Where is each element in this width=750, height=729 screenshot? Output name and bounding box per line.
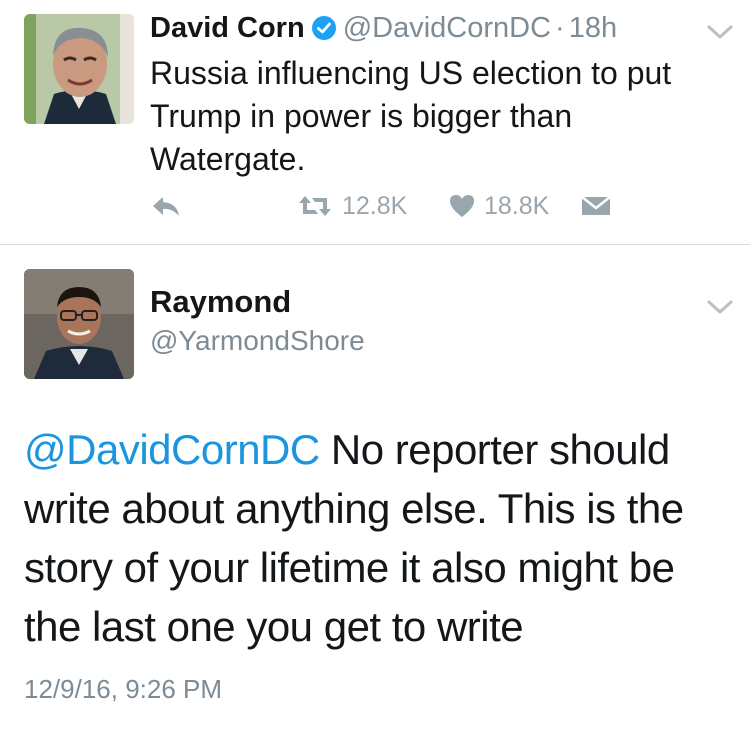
direct-message-button[interactable] (580, 186, 612, 226)
tweet-actions: 12.8K 18.8K (150, 186, 670, 226)
author-name[interactable]: David Corn (150, 12, 305, 44)
retweet-count: 12.8K (342, 191, 408, 220)
reply-timestamp: 12/9/16, 9:26 PM (24, 674, 223, 704)
retweet-icon (296, 192, 334, 220)
portrait-image (24, 269, 134, 379)
reply-text: @DavidCornDC No reporter should write ab… (24, 420, 724, 656)
mention-link[interactable]: @DavidCornDC (24, 426, 320, 473)
envelope-icon (580, 193, 612, 219)
like-button[interactable]: 18.8K (448, 186, 549, 226)
portrait-image (24, 14, 134, 124)
tweet-time[interactable]: 18h (569, 12, 617, 44)
chevron-down-icon[interactable] (706, 22, 734, 42)
tweet-text: Russia influencing US election to put Tr… (150, 55, 672, 177)
separator-dot: · (555, 12, 565, 44)
tweet-divider (0, 244, 750, 245)
verified-badge-icon (311, 12, 337, 40)
reply-author-avatar[interactable] (24, 269, 134, 379)
author-handle[interactable]: @DavidCornDC (343, 12, 551, 44)
author-avatar[interactable] (24, 14, 134, 124)
reply-author-handle[interactable]: @YarmondShore (150, 325, 365, 357)
tweet-header: David Corn @DavidCornDC · 18h (150, 8, 617, 48)
reply-icon (150, 192, 182, 220)
retweet-button[interactable]: 12.8K (296, 186, 407, 226)
heart-icon (448, 193, 476, 219)
tweet-david-corn[interactable]: David Corn @DavidCornDC · 18h Russia influe… (0, 0, 750, 244)
reply-button[interactable] (150, 186, 182, 226)
reply-author-name[interactable]: Raymond (150, 284, 291, 320)
like-count: 18.8K (484, 191, 550, 220)
chevron-down-icon[interactable] (706, 297, 734, 317)
